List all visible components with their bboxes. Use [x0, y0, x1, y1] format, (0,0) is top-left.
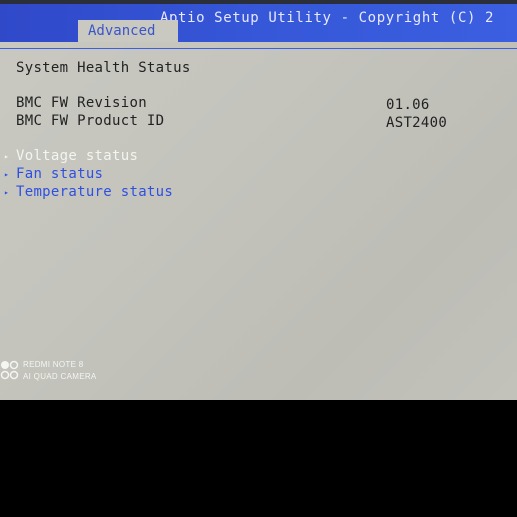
menu-item-fan-status[interactable]: ▸ Fan status — [4, 166, 103, 182]
submenu-arrow-icon: ▸ — [4, 151, 10, 161]
tab-advanced[interactable]: Advanced — [78, 20, 178, 42]
bmc-fw-revision-label: BMC FW Revision — [16, 95, 147, 111]
menu-item-label: Voltage status — [16, 148, 139, 164]
submenu-arrow-icon: ▸ — [4, 187, 10, 197]
bios-screen-photo: Aptio Setup Utility - Copyright (C) 2 Ad… — [0, 0, 517, 400]
bmc-fw-revision-value: 01.06 — [386, 97, 430, 113]
menu-item-label: Fan status — [16, 166, 104, 182]
menu-item-label: Temperature status — [16, 184, 174, 200]
menu-item-temperature-status[interactable]: ▸ Temperature status — [4, 184, 173, 200]
submenu-arrow-icon: ▸ — [4, 169, 10, 179]
quad-camera-icon — [0, 360, 19, 380]
menu-item-voltage-status[interactable]: ▸ Voltage status — [4, 148, 138, 164]
window-title: Aptio Setup Utility - Copyright (C) 2 — [160, 10, 495, 26]
header-divider — [0, 48, 517, 49]
bmc-fw-product-id-value: AST2400 — [386, 115, 448, 131]
watermark-model: REDMI NOTE 8 — [23, 360, 84, 369]
bmc-fw-product-id-label: BMC FW Product ID — [16, 113, 165, 129]
watermark-camera: AI QUAD CAMERA — [23, 372, 97, 381]
camera-watermark: REDMI NOTE 8 AI QUAD CAMERA — [0, 358, 120, 384]
section-title: System Health Status — [16, 60, 191, 76]
